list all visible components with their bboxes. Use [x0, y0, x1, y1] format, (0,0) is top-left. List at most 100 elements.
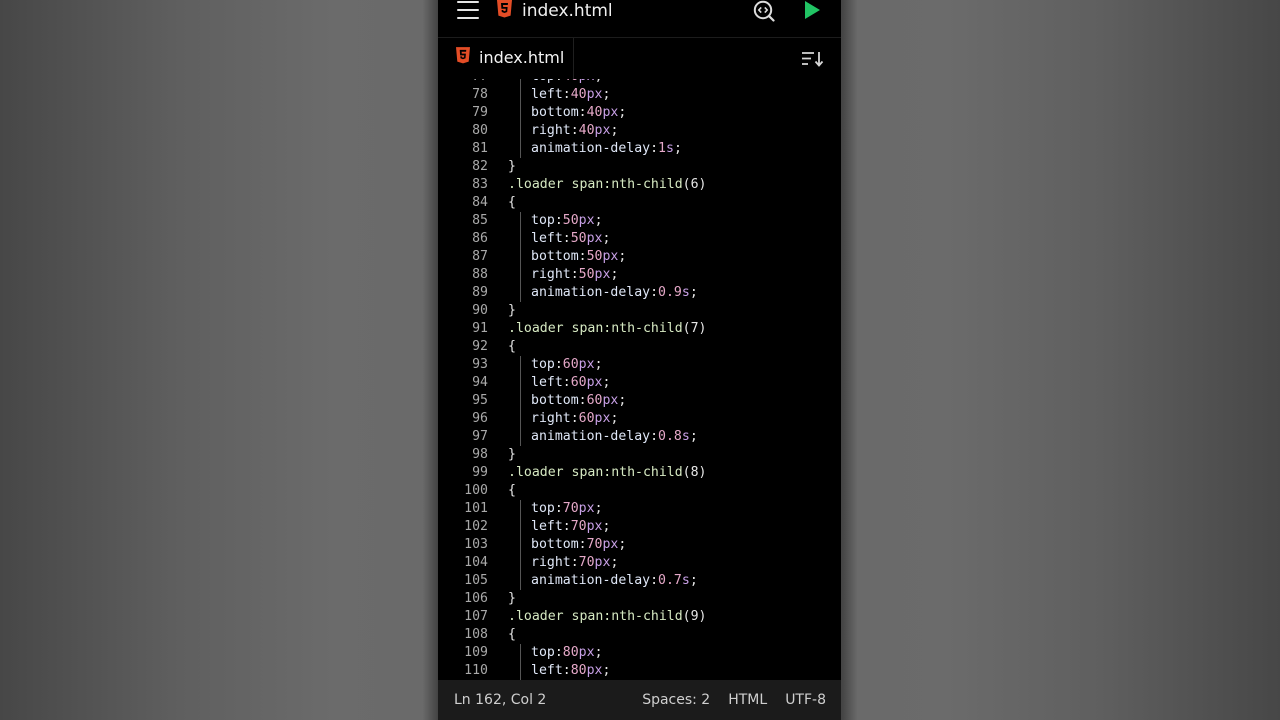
code-token: : — [554, 645, 563, 660]
code-line[interactable]: 81 animation-delay:1s; — [438, 140, 841, 158]
line-number: 102 — [464, 519, 488, 534]
code-text: top:50px; — [508, 212, 603, 230]
code-token: .loader span:nth-child — [508, 321, 683, 336]
code-line[interactable]: 109 top:80px; — [438, 644, 841, 662]
code-token: bottom — [531, 105, 579, 120]
code-token: (9) — [682, 609, 707, 624]
code-line[interactable]: 92 { — [438, 338, 841, 356]
code-text: .loader span:nth-child(6) — [508, 176, 707, 194]
code-line[interactable]: 101 top:70px; — [438, 500, 841, 518]
code-token: : — [562, 87, 571, 102]
code-token: s — [681, 573, 690, 588]
code-token: ; — [594, 501, 603, 516]
code-line[interactable]: 91 .loader span:nth-child(7) — [438, 320, 841, 338]
file-encoding[interactable]: UTF-8 — [785, 690, 826, 710]
code-token: ; — [689, 429, 698, 444]
code-line[interactable]: 108 { — [438, 626, 841, 644]
code-line[interactable]: 78 left:40px; — [438, 86, 841, 104]
code-line[interactable]: 103 bottom:70px; — [438, 536, 841, 554]
code-line[interactable]: 106} — [438, 590, 841, 608]
code-token: : — [562, 663, 571, 678]
code-line[interactable]: 100 { — [438, 482, 841, 500]
code-token: 0.9 — [658, 285, 682, 300]
code-line[interactable]: 107 .loader span:nth-child(9) — [438, 608, 841, 626]
code-token: px — [578, 213, 595, 228]
cursor-position[interactable]: Ln 162, Col 2 — [454, 690, 546, 710]
code-line[interactable]: 105 animation-delay:0.7s; — [438, 572, 841, 590]
code-token: 60 — [586, 393, 603, 408]
code-token: left — [531, 663, 563, 678]
code-line[interactable]: 84 { — [438, 194, 841, 212]
code-text: bottom:60px; — [508, 392, 626, 410]
code-token: px — [578, 501, 595, 516]
line-number: 86 — [472, 231, 488, 246]
code-token: : — [562, 375, 571, 390]
code-text: left:50px; — [508, 230, 610, 248]
code-line[interactable]: 82} — [438, 158, 841, 176]
code-token: : — [650, 285, 659, 300]
code-token: 1 — [658, 141, 666, 156]
run-icon[interactable] — [803, 0, 821, 20]
code-editor[interactable]: 77top:40px;78left:40px;79bottom:40px;80r… — [438, 79, 841, 680]
code-line[interactable]: 94 left:60px; — [438, 374, 841, 392]
code-line[interactable]: 93 top:60px; — [438, 356, 841, 374]
code-token: : — [554, 357, 563, 372]
code-text: animation-delay:0.8s; — [508, 428, 698, 446]
code-line[interactable]: 87 bottom:50px; — [438, 248, 841, 266]
code-line[interactable]: 80 right:40px; — [438, 122, 841, 140]
tab-index-html[interactable]: index.html — [438, 38, 574, 79]
code-text: bottom:70px; — [508, 536, 626, 554]
preview-icon[interactable] — [753, 0, 775, 22]
code-token: ; — [610, 555, 619, 570]
code-token: animation-delay — [531, 285, 651, 300]
code-token: (7) — [682, 321, 707, 336]
code-token: 40 — [578, 123, 595, 138]
sort-icon[interactable] — [802, 51, 824, 67]
code-token: : — [650, 573, 659, 588]
line-number: 110 — [464, 663, 488, 678]
code-line[interactable]: 97 animation-delay:0.8s; — [438, 428, 841, 446]
code-token: px — [586, 87, 603, 102]
language-mode[interactable]: HTML — [728, 690, 767, 710]
code-line[interactable]: 89 animation-delay:0.9s; — [438, 284, 841, 302]
code-token: px — [602, 249, 619, 264]
code-token: px — [586, 231, 603, 246]
code-token: px — [586, 519, 603, 534]
code-text: .loader span:nth-child(8) — [508, 464, 707, 482]
line-number: 107 — [464, 609, 488, 624]
code-text: top:70px; — [508, 500, 603, 518]
code-line[interactable]: 96 right:60px; — [438, 410, 841, 428]
code-text: } — [508, 158, 516, 176]
code-line[interactable]: 95 bottom:60px; — [438, 392, 841, 410]
code-line[interactable]: 77 top:40px; — [438, 79, 841, 86]
line-number: 99 — [472, 465, 488, 480]
code-line[interactable]: 86 left:50px; — [438, 230, 841, 248]
code-line[interactable]: 85 top:50px; — [438, 212, 841, 230]
code-line[interactable]: 110 left:80px; — [438, 662, 841, 680]
code-line[interactable]: 104 right:70px; — [438, 554, 841, 572]
code-token: 40 — [563, 79, 579, 84]
app-header: index.html — [438, 0, 841, 38]
indentation-setting[interactable]: Spaces: 2 — [642, 690, 710, 710]
code-token: 50 — [578, 267, 595, 282]
code-line[interactable]: 99 .loader span:nth-child(8) — [438, 464, 841, 482]
code-token: 80 — [570, 663, 587, 678]
code-line[interactable]: 88 right:50px; — [438, 266, 841, 284]
line-number: 96 — [472, 411, 488, 426]
code-token: px — [594, 267, 611, 282]
code-line[interactable]: 98} — [438, 446, 841, 464]
code-token: : — [578, 105, 587, 120]
code-line[interactable]: 90} — [438, 302, 841, 320]
code-text: right:50px; — [508, 266, 618, 284]
code-line[interactable]: 79 bottom:40px; — [438, 104, 841, 122]
line-number: 93 — [472, 357, 488, 372]
code-token: { — [508, 195, 516, 210]
code-text: { — [508, 626, 516, 644]
code-token: ; — [610, 411, 619, 426]
code-line[interactable]: 102 left:70px; — [438, 518, 841, 536]
code-token: px — [602, 537, 619, 552]
code-token: : — [650, 141, 659, 156]
code-token: 70 — [562, 501, 579, 516]
menu-icon[interactable] — [457, 1, 479, 21]
code-line[interactable]: 83 .loader span:nth-child(6) — [438, 176, 841, 194]
